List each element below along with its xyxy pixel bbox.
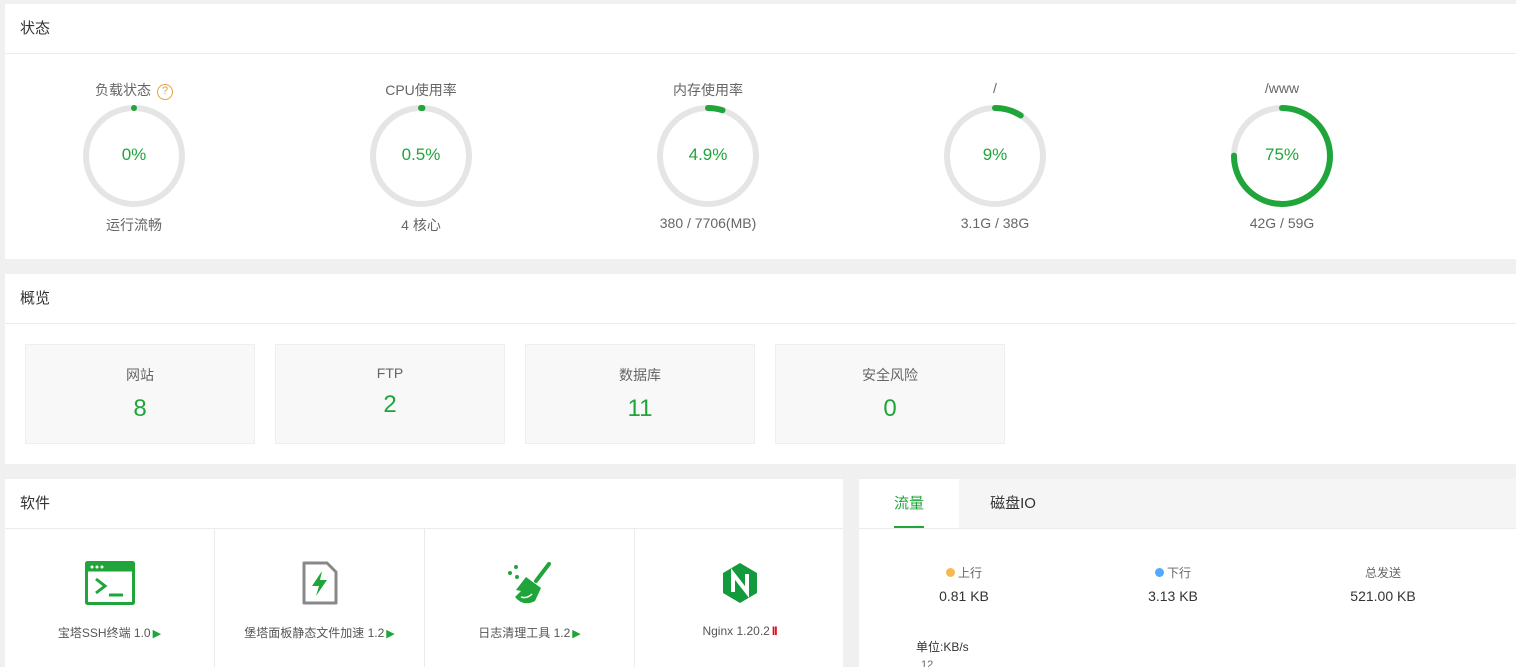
card-label: 网站 xyxy=(126,367,154,383)
gauge-title: CPU使用率 xyxy=(385,82,457,98)
stat-value: 3.13 KB xyxy=(1148,588,1198,604)
tab-traffic[interactable]: 流量 xyxy=(859,479,959,528)
software-panel: 软件 宝塔SSH终端 1.0 ▶ 堡塔面板静态文件加速 1.2 ▶ 日志清理工具… xyxy=(5,479,843,667)
gauge-title: /www xyxy=(1264,80,1300,96)
stat-value: 521.00 KB xyxy=(1350,588,1416,604)
play-icon[interactable]: ▶ xyxy=(572,628,580,640)
stat-total-sent: 总发送 521.00 KB xyxy=(1323,564,1443,604)
chart-unit-label: 单位:KB/s xyxy=(916,640,969,654)
software-item-static-accel[interactable]: 堡塔面板静态文件加速 1.2 ▶ xyxy=(215,529,425,667)
gauge-value: 0% xyxy=(121,145,147,164)
overview-card-sites[interactable]: 网站 8 xyxy=(25,344,255,444)
gauge-sub: 运行流畅 xyxy=(106,217,162,233)
software-name: 日志清理工具 1.2 ▶ xyxy=(478,626,581,640)
overview-card-ftp[interactable]: FTP 2 xyxy=(275,344,505,444)
overview-title: 概览 xyxy=(5,274,1516,324)
status-panel: 状态 负载状态? 0% 运行流畅 CPU使用率 0.5% 4 核心 内存使用率 … xyxy=(5,4,1516,259)
stat-label: 总发送 xyxy=(1364,566,1401,580)
overview-card-security[interactable]: 安全风险 0 xyxy=(775,344,1005,444)
broom-icon xyxy=(507,562,551,604)
gauge-value: 9% xyxy=(982,145,1008,164)
play-icon[interactable]: ▶ xyxy=(386,628,394,640)
upload-dot-icon xyxy=(945,568,955,577)
stat-value: 0.81 KB xyxy=(939,588,989,604)
gauge-sub: 42G / 59G xyxy=(1249,215,1315,231)
card-value[interactable]: 8 xyxy=(26,395,254,423)
software-title: 软件 xyxy=(5,479,843,529)
traffic-tabs: 流量 磁盘IO xyxy=(859,479,1516,529)
tab-disk-io[interactable]: 磁盘IO xyxy=(959,479,1067,528)
card-value[interactable]: 2 xyxy=(276,391,504,419)
chart-y-tick: 12 xyxy=(921,659,934,667)
gauge-title: / xyxy=(993,80,997,96)
gauge-title: 内存使用率 xyxy=(673,82,743,98)
pause-icon[interactable]: II xyxy=(772,624,778,638)
card-value[interactable]: 11 xyxy=(526,395,754,423)
file-bolt-icon xyxy=(302,561,337,605)
card-label: 数据库 xyxy=(619,367,661,383)
gauge-sub: 380 / 7706(MB) xyxy=(659,215,757,231)
gauge-value: 0.5% xyxy=(401,145,441,164)
card-value[interactable]: 0 xyxy=(776,395,1004,423)
gauge-title: 负载状态? xyxy=(59,80,209,100)
gauge-value: 4.9% xyxy=(688,145,728,164)
gauge-sub: 3.1G / 38G xyxy=(960,215,1030,231)
help-icon[interactable]: ? xyxy=(157,84,173,100)
software-item-log-cleaner[interactable]: 日志清理工具 1.2 ▶ xyxy=(425,529,635,667)
overview-card-database[interactable]: 数据库 11 xyxy=(525,344,755,444)
gauge-sub: 4 核心 xyxy=(401,217,441,233)
nginx-icon xyxy=(722,563,757,603)
terminal-icon xyxy=(84,561,135,605)
stat-label: 上行 xyxy=(904,564,1024,581)
download-dot-icon xyxy=(1154,568,1164,577)
software-name: 堡塔面板静态文件加速 1.2 ▶ xyxy=(244,626,395,640)
software-name: 宝塔SSH终端 1.0 ▶ xyxy=(57,626,162,640)
software-item-nginx[interactable]: Nginx 1.20.2 II xyxy=(635,529,843,667)
stat-download: 下行 3.13 KB xyxy=(1113,564,1233,604)
stat-upload: 上行 0.81 KB xyxy=(904,564,1024,604)
overview-panel: 概览 网站 8 FTP 2 数据库 11 安全风险 0 xyxy=(5,274,1516,464)
play-icon[interactable]: ▶ xyxy=(153,628,161,640)
software-item-ssh-terminal[interactable]: 宝塔SSH终端 1.0 ▶ xyxy=(5,529,215,667)
traffic-panel: 流量 磁盘IO 上行 0.81 KB 下行 3.13 KB 总发送 521.00… xyxy=(859,479,1516,667)
software-name: Nginx 1.20.2 II xyxy=(702,624,778,638)
card-label: 安全风险 xyxy=(862,367,918,383)
card-label: FTP xyxy=(376,365,404,381)
stat-label: 下行 xyxy=(1113,564,1233,581)
status-title: 状态 xyxy=(5,4,1516,54)
gauge-value: 75% xyxy=(1264,145,1300,164)
